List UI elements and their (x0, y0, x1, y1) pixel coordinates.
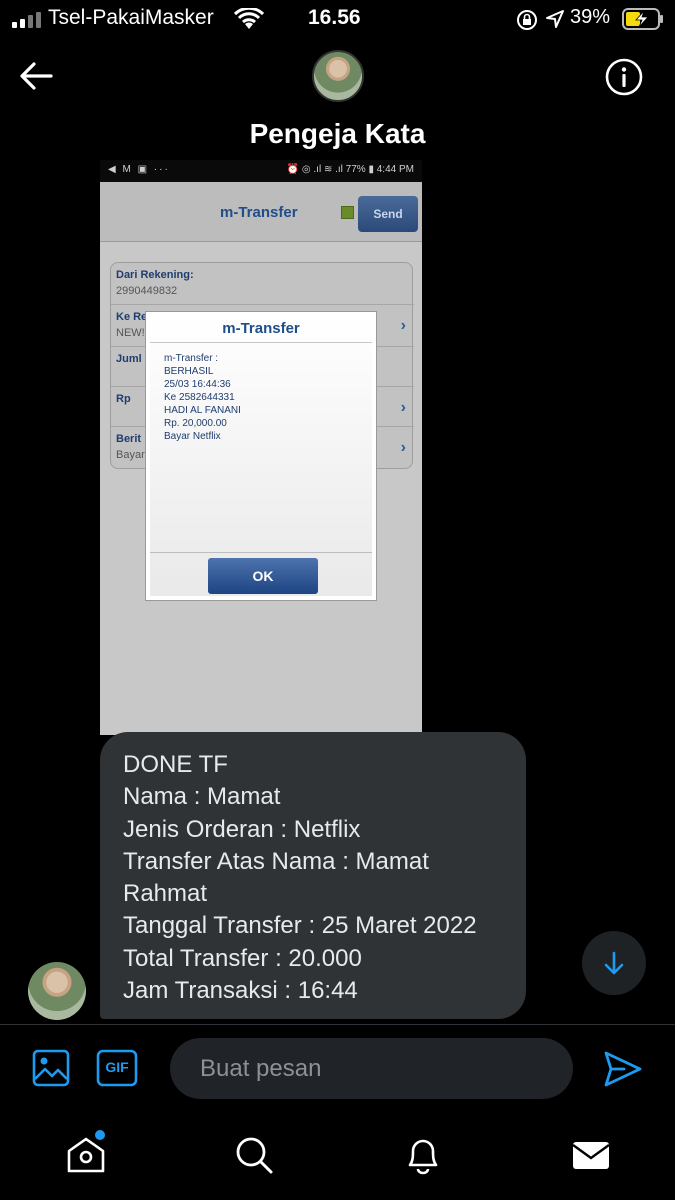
embedded-form-value: NEW! (116, 327, 145, 339)
embedded-app-bar: m-Transfer Send (100, 182, 422, 242)
embedded-status-left: ◀ M ▣ ··· (108, 164, 170, 175)
image-icon[interactable] (32, 1049, 70, 1087)
embedded-form-label: Dari Rekening: (116, 269, 194, 281)
embedded-form-row: Dari Rekening: 2990449832 (111, 263, 414, 305)
divider (150, 552, 372, 553)
image-message[interactable]: ◀ M ▣ ··· ⏰ ◎ .ıl ≋ .ıl 77% ▮ 4:44 PM m-… (100, 160, 422, 735)
embedded-status-right: ⏰ ◎ .ıl ≋ .ıl 77% ▮ 4:44 PM (286, 164, 414, 175)
battery-charging-icon (622, 8, 663, 30)
message-input[interactable] (200, 1038, 560, 1099)
conversation-name: Pengeja Kata (249, 118, 426, 149)
embedded-form-label: Juml (116, 353, 142, 365)
message-line: Nama : Mamat (123, 783, 281, 811)
embedded-form-label: Ke Re (116, 311, 148, 323)
embedded-status-indicator (341, 206, 354, 219)
embedded-dialog-line: Ke 2582644331 (164, 392, 235, 403)
embedded-dialog-title: m-Transfer (222, 320, 300, 337)
send-icon[interactable] (602, 1048, 644, 1090)
message-composer (170, 1038, 573, 1099)
home-icon[interactable] (65, 1134, 107, 1176)
message-line: Tanggal Transfer : 25 Maret 2022 (123, 912, 477, 940)
embedded-dialog-line: Rp. 20,000.00 (164, 418, 227, 429)
composer-divider (0, 1024, 675, 1025)
cellular-signal-icon (12, 12, 41, 28)
message-line: DONE TF (123, 751, 228, 778)
scroll-to-bottom-button[interactable] (582, 931, 646, 995)
bell-icon[interactable] (402, 1134, 444, 1176)
embedded-dialog-line: m-Transfer : (164, 353, 219, 364)
conversation-header: Pengeja Kata (0, 40, 675, 160)
embedded-form-value: Bayar (116, 449, 145, 461)
embedded-success-dialog: m-Transfer m-Transfer : BERHASIL 25/03 1… (146, 312, 376, 600)
notification-dot (95, 1130, 105, 1140)
embedded-dialog-line: HADI AL FANANI (164, 405, 241, 416)
message-text: DONE TF Nama : Mamat Jenis Orderan : Net… (123, 749, 513, 1007)
battery-percent: 39% (570, 6, 611, 28)
wifi-icon (234, 8, 264, 29)
mail-icon[interactable] (570, 1134, 612, 1176)
location-arrow-icon (546, 10, 564, 28)
chevron-right-icon: › (400, 317, 406, 334)
embedded-form-label: Berit (116, 433, 142, 445)
arrow-down-icon (604, 951, 624, 975)
divider (150, 342, 372, 343)
embedded-dialog-line: BERHASIL (164, 366, 214, 377)
embedded-dialog-line: 25/03 16:44:36 (164, 379, 231, 390)
header-avatar[interactable] (312, 50, 364, 102)
embedded-status-bar: ◀ M ▣ ··· ⏰ ◎ .ıl ≋ .ıl 77% ▮ 4:44 PM (100, 160, 422, 182)
message-line: Jenis Orderan : Netflix (123, 815, 361, 843)
chevron-right-icon: › (400, 439, 406, 456)
embedded-form-value: 2990449832 (116, 285, 178, 297)
embedded-send-button: Send (358, 196, 418, 232)
message-line: Jam Transaksi : 16:44 (123, 977, 358, 1005)
embedded-dialog-line: Bayar Netflix (164, 431, 221, 442)
sender-avatar[interactable] (28, 962, 86, 1020)
rotation-lock-icon (517, 10, 537, 30)
carrier-name: Tsel-PakaiMasker (48, 6, 214, 29)
message-bubble[interactable]: DONE TF Nama : Mamat Jenis Orderan : Net… (100, 732, 526, 1019)
embedded-app-title: m-Transfer (220, 204, 298, 221)
status-bar: Tsel-PakaiMasker 16.56 39% (0, 0, 675, 40)
gif-button[interactable]: GIF (96, 1049, 138, 1087)
embedded-form-label: Rp (116, 393, 131, 405)
info-icon[interactable] (604, 57, 644, 97)
message-line: Rahmat (123, 880, 208, 908)
back-arrow-icon[interactable] (18, 58, 54, 94)
status-time: 16.56 (308, 6, 361, 29)
message-line: Transfer Atas Nama : Mamat (123, 847, 429, 875)
embedded-ok-button: OK (208, 558, 318, 594)
search-icon[interactable] (233, 1134, 275, 1176)
chevron-right-icon: › (400, 399, 406, 416)
gif-label: GIF (105, 1059, 129, 1075)
message-line: Total Transfer : 20.000 (123, 944, 362, 972)
embedded-dialog-message: m-Transfer : BERHASIL 25/03 16:44:36 Ke … (164, 352, 241, 443)
